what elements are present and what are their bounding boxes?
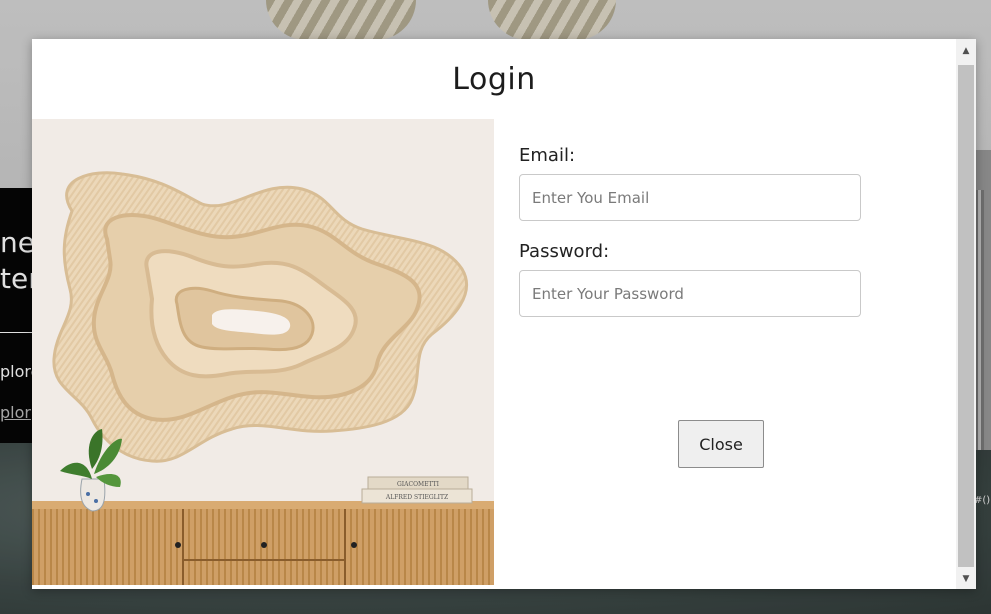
email-input[interactable] xyxy=(519,174,861,221)
close-button[interactable]: Close xyxy=(678,420,764,468)
scrollbar-thumb[interactable] xyxy=(958,65,974,567)
book-title-top: GIACOMETTI xyxy=(397,481,440,488)
modal-scrollbar[interactable]: ▲ ▼ xyxy=(956,39,976,589)
triangle-up-icon[interactable]: ▲ xyxy=(956,41,976,61)
modal-body: GIACOMETTI ALFRED STIEGLITZ Email: Passw… xyxy=(32,119,956,589)
woven-wall-art-image: GIACOMETTI ALFRED STIEGLITZ xyxy=(32,119,494,585)
login-form: Email: Password: Close xyxy=(494,119,956,589)
login-modal: Login GIACOMETTI ALFRED STIEGLITZ Email:… xyxy=(32,39,976,589)
email-label: Email: xyxy=(519,145,576,166)
password-label: Password: xyxy=(519,241,610,262)
modal-header: Login xyxy=(32,39,956,119)
modal-title: Login xyxy=(452,61,536,97)
password-input[interactable] xyxy=(519,270,861,317)
book-title-bottom: ALFRED STIEGLITZ xyxy=(385,494,448,501)
triangle-down-icon[interactable]: ▼ xyxy=(956,569,976,589)
